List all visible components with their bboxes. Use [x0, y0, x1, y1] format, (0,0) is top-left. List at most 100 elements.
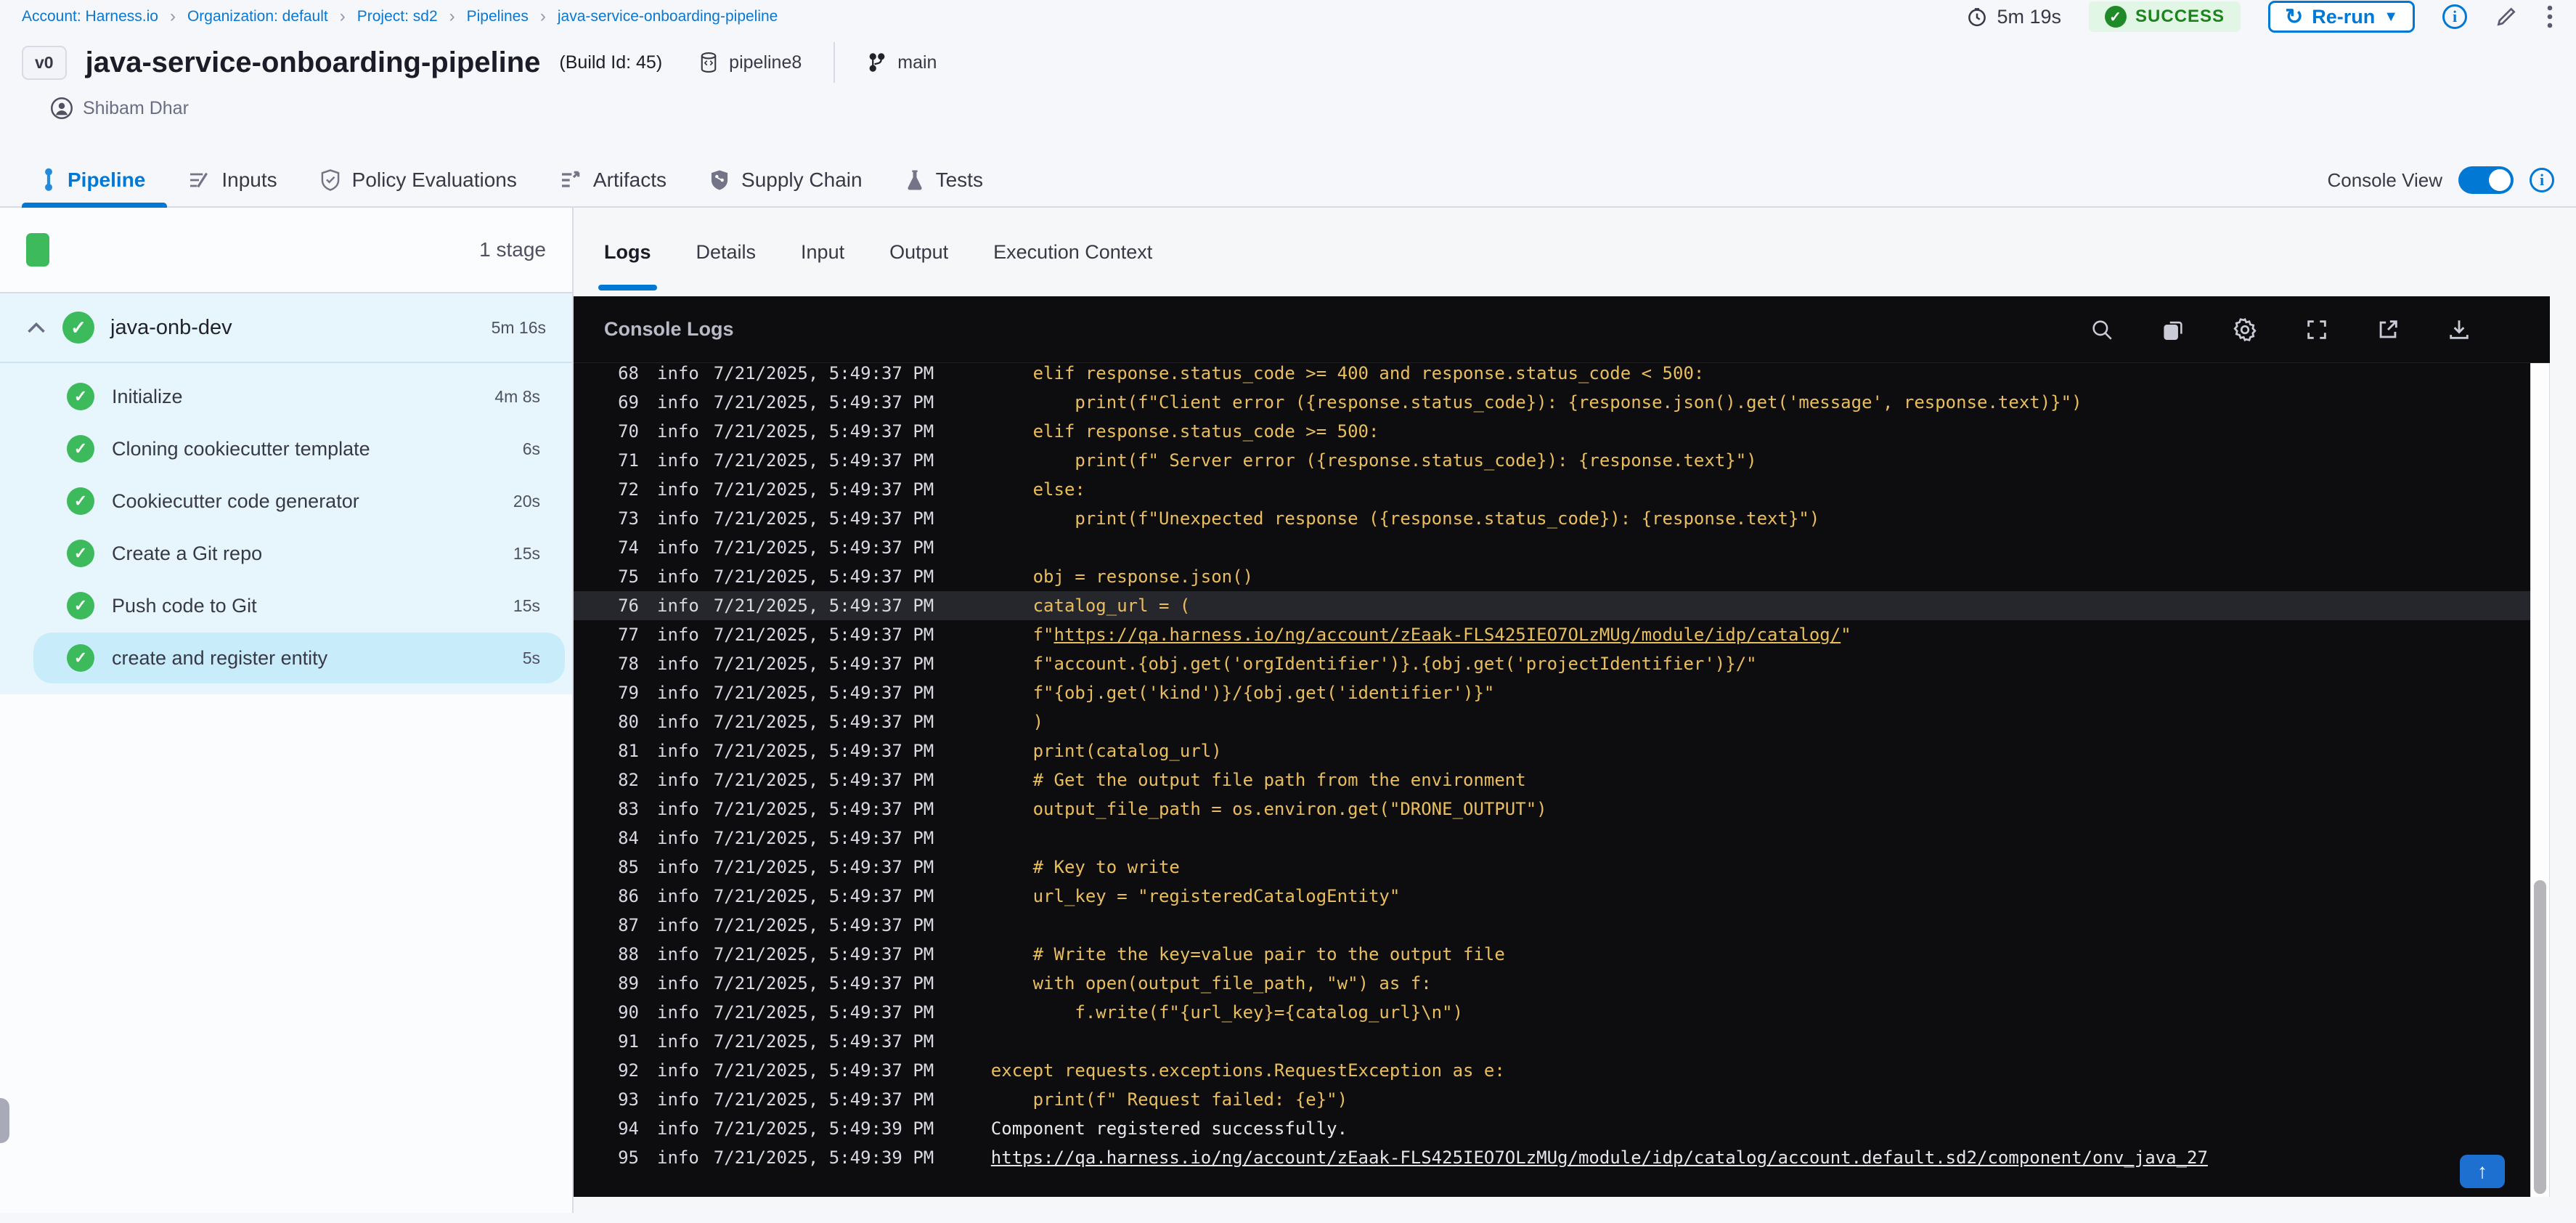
- log-row: 69 info 7/21/2025, 5:49:37 PM print(f"Clie…: [618, 392, 2082, 413]
- user-avatar-icon: [51, 97, 73, 119]
- tab-artifacts[interactable]: Artifacts: [559, 168, 667, 192]
- log-row: 84 info 7/21/2025, 5:49:37 PM: [618, 828, 934, 848]
- step-initialize[interactable]: ✓ Initialize 4m 8s: [0, 370, 572, 423]
- log-row: 75 info 7/21/2025, 5:49:37 PM obj = respon…: [618, 566, 1254, 587]
- copy-icon[interactable]: [2161, 317, 2185, 342]
- version-badge: v0: [22, 45, 67, 80]
- tab-tests[interactable]: Tests: [905, 168, 983, 192]
- tab-output[interactable]: Output: [889, 208, 948, 296]
- tab-input[interactable]: Input: [801, 208, 844, 296]
- flask-icon: [905, 168, 925, 192]
- step-success-icon: ✓: [67, 592, 94, 619]
- panel-resize-handle[interactable]: [0, 1098, 9, 1143]
- console-view-label: Console View: [2327, 168, 2442, 191]
- clock-icon: [1966, 6, 1988, 28]
- step-success-icon: ✓: [67, 644, 94, 672]
- tab-supply-chain[interactable]: Supply Chain: [709, 168, 863, 192]
- log-row: 87 info 7/21/2025, 5:49:37 PM: [618, 915, 934, 935]
- fullscreen-icon[interactable]: [2304, 317, 2329, 342]
- console-logs-header: Console Logs: [574, 296, 2550, 363]
- pipeline-execution-page: Account: Harness.io › Organization: defa…: [0, 0, 2576, 1223]
- log-row: 70 info 7/21/2025, 5:49:37 PM elif respons…: [618, 421, 1379, 442]
- log-row: 93 info 7/21/2025, 5:49:37 PM print(f" Req…: [618, 1089, 1348, 1110]
- log-row: 86 info 7/21/2025, 5:49:37 PM url_key = "r…: [618, 886, 1401, 906]
- console-log-list[interactable]: 68 info 7/21/2025, 5:49:37 PM elif respons…: [574, 363, 2550, 1197]
- gear-icon[interactable]: [2232, 317, 2258, 343]
- tab-policy-evaluations[interactable]: Policy Evaluations: [319, 168, 517, 192]
- divider: [833, 42, 836, 83]
- chevron-right-icon: ›: [449, 7, 455, 26]
- breadcrumb-pipelines[interactable]: Pipelines: [467, 8, 529, 25]
- breadcrumb-project[interactable]: Project: sd2: [357, 8, 438, 25]
- tab-pipeline[interactable]: Pipeline: [41, 168, 145, 192]
- log-row: 80 info 7/21/2025, 5:49:37 PM ): [618, 712, 1044, 732]
- search-icon[interactable]: [2090, 317, 2114, 342]
- scroll-to-top-button[interactable]: ↑: [2460, 1155, 2505, 1188]
- more-options-icon[interactable]: [2546, 4, 2554, 30]
- log-row: 71 info 7/21/2025, 5:49:37 PM print(f" Ser…: [618, 450, 1757, 471]
- pipeline-ref[interactable]: pipeline8: [698, 52, 802, 73]
- breadcrumb-pipeline-name[interactable]: java-service-onboarding-pipeline: [558, 8, 778, 25]
- info-icon[interactable]: i: [2442, 4, 2467, 29]
- tab-execution-context[interactable]: Execution Context: [993, 208, 1152, 296]
- chevron-up-icon[interactable]: [26, 320, 46, 335]
- pipeline-icon: [41, 168, 57, 192]
- log-row: 68 info 7/21/2025, 5:49:37 PM elif respons…: [618, 363, 1705, 383]
- open-in-new-icon[interactable]: [2376, 317, 2400, 342]
- log-row: 90 info 7/21/2025, 5:49:37 PM f.write(f"{u…: [618, 1002, 1464, 1023]
- rerun-button[interactable]: ↻ Re-run ▼: [2268, 1, 2415, 33]
- chevron-down-icon: ▼: [2384, 8, 2398, 25]
- chevron-right-icon: ›: [539, 7, 546, 26]
- page-title: java-service-onboarding-pipeline: [85, 46, 541, 78]
- log-row: 82 info 7/21/2025, 5:49:37 PM # Get the ou…: [618, 770, 1526, 790]
- step-cookiecutter-code-generator[interactable]: ✓ Cookiecutter code generator 20s: [0, 475, 572, 527]
- build-id: (Build Id: 45): [559, 52, 663, 73]
- log-link[interactable]: https://qa.harness.io/ng/account/zEaak-F…: [991, 1147, 2208, 1168]
- stage-sidebar: 1 stage ✓ java-onb-dev 5m 16s ✓ Initiali…: [0, 208, 574, 1213]
- console-view-info-icon[interactable]: i: [2530, 168, 2554, 192]
- log-row: 74 info 7/21/2025, 5:49:37 PM: [618, 537, 934, 558]
- log-row: 77 info 7/21/2025, 5:49:37 PM f"https://qa…: [618, 625, 1851, 645]
- supply-chain-shield-icon: [709, 168, 730, 192]
- stage-status-square[interactable]: [26, 233, 49, 267]
- tab-inputs[interactable]: Inputs: [187, 168, 277, 192]
- pipeline-title-row: v0 java-service-onboarding-pipeline (Bui…: [0, 42, 2576, 83]
- tab-details[interactable]: Details: [696, 208, 757, 296]
- branch-ref[interactable]: main: [867, 52, 937, 73]
- execution-tabs: Pipeline Inputs Policy Evaluations Artif…: [0, 154, 2576, 208]
- stage-row[interactable]: ✓ java-onb-dev 5m 16s: [0, 293, 572, 363]
- log-link[interactable]: https://qa.harness.io/ng/account/zEaak-F…: [1054, 625, 1841, 645]
- log-row: 72 info 7/21/2025, 5:49:37 PM else:: [618, 479, 1085, 500]
- step-cloning-cookiecutter-template[interactable]: ✓ Cloning cookiecutter template 6s: [0, 423, 572, 475]
- log-row: 94 info 7/21/2025, 5:49:39 PM Component reg…: [618, 1118, 1348, 1139]
- inputs-icon: [187, 168, 211, 192]
- log-row: 95 info 7/21/2025, 5:49:39 PM https://qa.ha…: [618, 1147, 2208, 1168]
- log-row: 88 info 7/21/2025, 5:49:37 PM # Write the …: [618, 944, 1505, 964]
- chevron-right-icon: ›: [169, 7, 176, 26]
- execution-duration: 5m 19s: [1966, 6, 2061, 28]
- log-row: 79 info 7/21/2025, 5:49:37 PM f"{obj.get('…: [618, 683, 1495, 703]
- log-row: 83 info 7/21/2025, 5:49:37 PM output_file_…: [618, 799, 1547, 819]
- breadcrumb-account[interactable]: Account: Harness.io: [22, 8, 158, 25]
- download-icon[interactable]: [2447, 317, 2471, 342]
- stage-summary-header: 1 stage: [0, 208, 572, 293]
- tab-logs[interactable]: Logs: [598, 208, 656, 296]
- step-success-icon: ✓: [67, 540, 94, 567]
- step-create-and-register-entity[interactable]: ✓ create and register entity 5s: [0, 632, 572, 684]
- console-view-toggle[interactable]: [2458, 166, 2514, 194]
- console-scrollbar[interactable]: [2530, 363, 2550, 1197]
- log-row: 76 info 7/21/2025, 5:49:37 PM catalog_url …: [574, 591, 2550, 620]
- step-list: ✓ Initialize 4m 8s ✓ Cloning cookiecutte…: [0, 363, 572, 684]
- edit-pipeline-icon[interactable]: [2495, 5, 2518, 28]
- git-branch-icon: [867, 52, 887, 73]
- scrollbar-thumb[interactable]: [2534, 880, 2546, 1194]
- step-details-panel: Logs Details Input Output Execution Cont…: [574, 208, 2576, 1213]
- stage-success-icon: ✓: [62, 312, 94, 344]
- step-push-code-to-git[interactable]: ✓ Push code to Git 15s: [0, 580, 572, 632]
- stage-block: ✓ java-onb-dev 5m 16s ✓ Initialize 4m 8s…: [0, 293, 572, 694]
- topbar: Account: Harness.io › Organization: defa…: [0, 0, 2576, 33]
- breadcrumb-organization[interactable]: Organization: default: [187, 8, 328, 25]
- step-create-a-git-repo[interactable]: ✓ Create a Git repo 15s: [0, 527, 572, 580]
- repository-icon: [698, 52, 719, 73]
- step-success-icon: ✓: [67, 435, 94, 463]
